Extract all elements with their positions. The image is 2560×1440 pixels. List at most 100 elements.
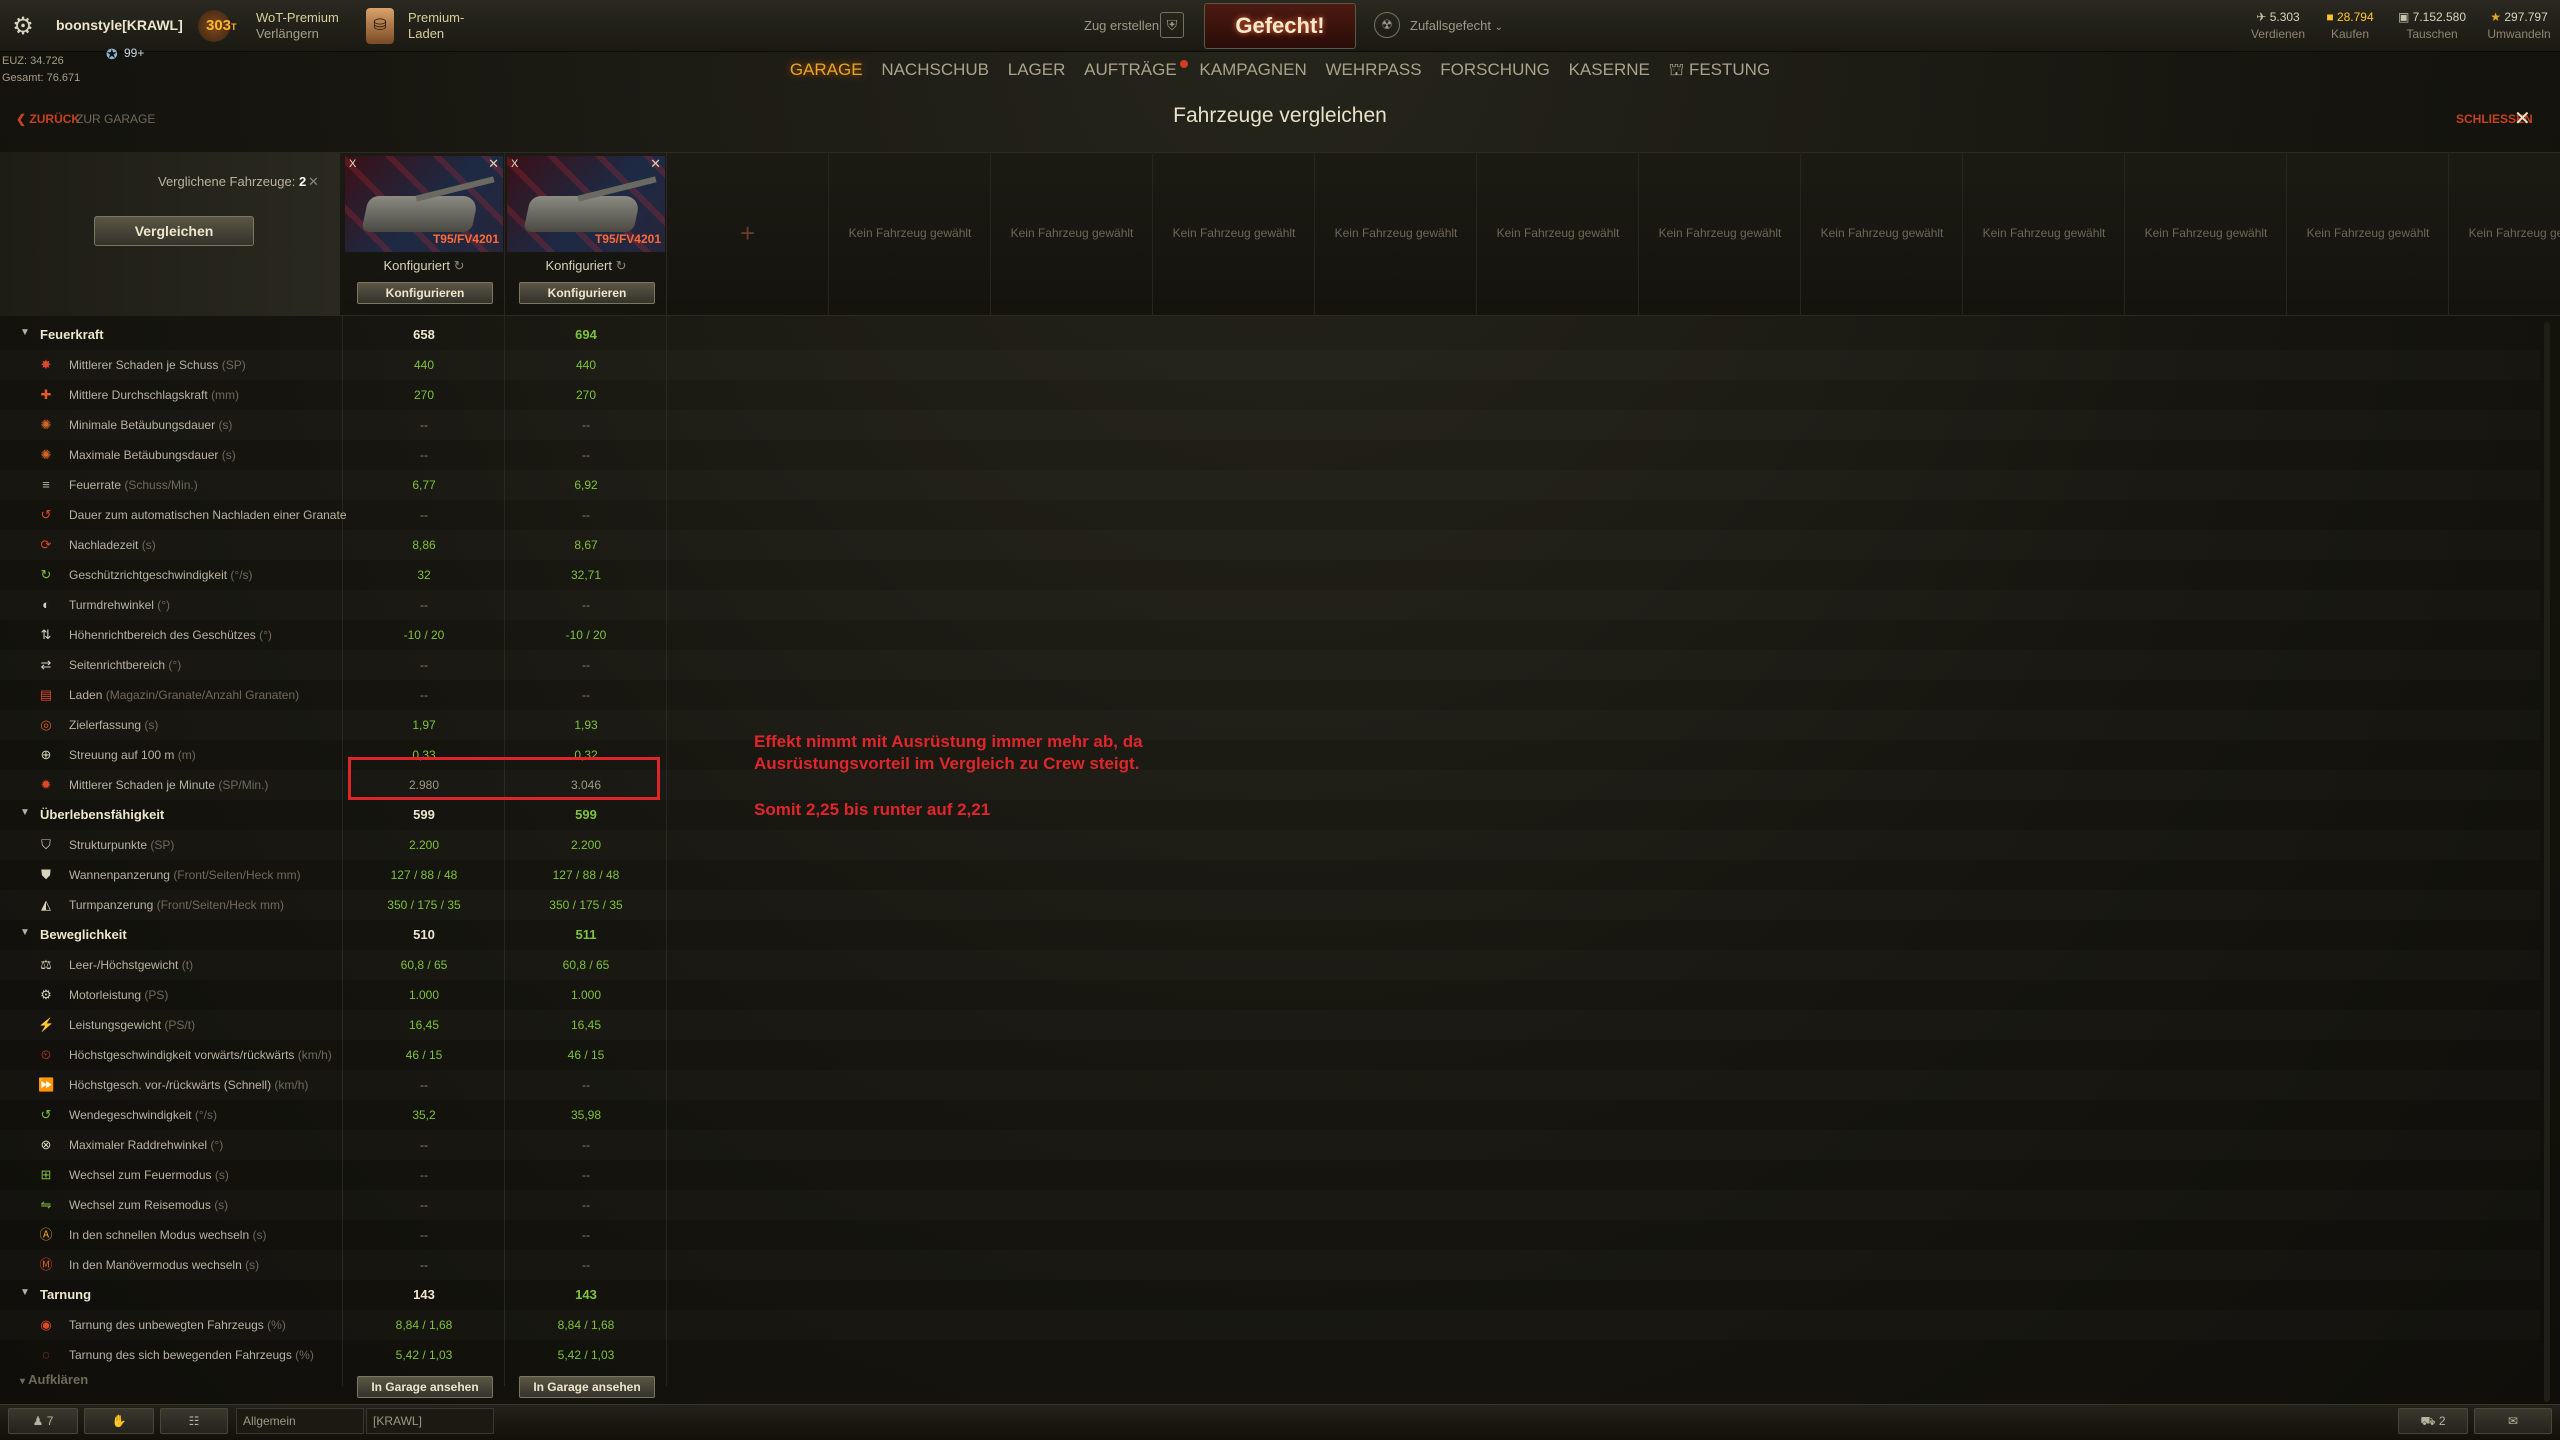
chat-channel-clan[interactable]: [KRAWL]: [366, 1408, 494, 1434]
premium-label[interactable]: WoT-Premium: [256, 10, 339, 25]
gear-icon[interactable]: ⚙: [8, 12, 38, 42]
section-aufklaeren[interactable]: ▾ Aufklären: [20, 1372, 88, 1387]
configure-button[interactable]: Konfigurieren: [519, 282, 655, 304]
category-row[interactable]: ▼ Tarnung 143 143: [0, 1280, 2540, 1310]
reset-icon[interactable]: ↻: [454, 258, 465, 273]
stat-label: Maximaler Raddrehwinkel (°): [69, 1138, 224, 1152]
stat-value-1: 46 / 15: [405, 1048, 443, 1062]
handshake-icon[interactable]: ✋: [84, 1408, 154, 1434]
empty-slot[interactable]: Kein Fahrzeug gewählt: [1477, 226, 1639, 240]
nav-kampagnen[interactable]: KAMPAGNEN: [1199, 60, 1306, 80]
nav-nachschub[interactable]: NACHSCHUB: [881, 60, 989, 80]
currency-free-xp[interactable]: ★ 297.797 Umwandeln: [2484, 10, 2554, 41]
add-vehicle-icon[interactable]: +: [740, 218, 755, 249]
slot-divider: [1476, 152, 1477, 316]
remove-vehicle-icon[interactable]: ✕: [488, 156, 499, 172]
stat-value-1: --: [420, 688, 428, 702]
nav-festung[interactable]: ⛫ FESTUNG: [1669, 60, 1771, 82]
tank-image-1[interactable]: X ✕ T95/FV4201: [345, 156, 503, 252]
category-value-2: 511: [575, 927, 597, 942]
stat-value-1: 16,45: [408, 1018, 440, 1032]
empty-slot[interactable]: Kein Fahrzeug gewählt: [2449, 226, 2560, 240]
players-online-button[interactable]: ♟ 7: [8, 1408, 78, 1434]
battle-button[interactable]: Gefecht!: [1204, 3, 1356, 49]
nav-forschung[interactable]: FORSCHUNG: [1440, 60, 1550, 80]
empty-slot[interactable]: Kein Fahrzeug gewählt: [1153, 226, 1315, 240]
stat-label: Wechsel zum Reisemodus (s): [69, 1198, 229, 1212]
empty-slot[interactable]: Kein Fahrzeug gewählt: [1963, 226, 2125, 240]
speed-icon: ⏲: [40, 1047, 52, 1062]
nav-kaserne[interactable]: KASERNE: [1569, 60, 1650, 80]
shop-icon[interactable]: ⛁: [366, 8, 394, 44]
category-value-1: 510: [413, 927, 435, 942]
stat-row: ⟳ Nachladezeit (s) 8,86 8,67: [0, 530, 2540, 560]
clear-all-icon[interactable]: ✕: [308, 174, 319, 190]
category-row[interactable]: ▼ Überlebensfähigkeit 599 599: [0, 800, 2540, 830]
stat-value-1: --: [420, 598, 428, 612]
stat-row: ↺ Dauer zum automatischen Nachladen einer…: [0, 500, 2540, 530]
category-value-2: 599: [575, 807, 597, 822]
stat-value-2: 8,84 / 1,68: [557, 1318, 615, 1332]
stat-value-1: --: [420, 1198, 428, 1212]
empty-slot[interactable]: Kein Fahrzeug gewählt: [2287, 226, 2449, 240]
nav-wehrpass[interactable]: WEHRPASS: [1326, 60, 1422, 80]
tank-icon: ⛟: [2420, 1414, 2436, 1428]
scrollbar[interactable]: [2544, 322, 2550, 1402]
empty-slot[interactable]: Kein Fahrzeug gewählt: [1801, 226, 1963, 240]
chat-channel-general[interactable]: Allgemein: [236, 1408, 364, 1434]
username[interactable]: boonstyle[KRAWL]: [56, 17, 183, 33]
stat-value-2: 1,93: [574, 718, 598, 732]
currency-gold[interactable]: ■ 28.794 Kaufen: [2320, 10, 2380, 41]
battle-mode-select[interactable]: Zufallsgefecht ⌄: [1410, 18, 1503, 33]
nav-auftraege[interactable]: AUFTRÄGE: [1084, 60, 1177, 80]
tank-name: T95/FV4201: [432, 232, 499, 246]
dispersion-icon: ⊕: [40, 747, 52, 762]
nav-garage[interactable]: GARAGE: [790, 60, 863, 80]
stat-value-2: 5,42 / 1,03: [557, 1348, 615, 1362]
stat-label: Dauer zum automatischen Nachladen einer …: [69, 508, 347, 522]
messages-icon[interactable]: ✉: [2474, 1408, 2552, 1434]
shop-label-1[interactable]: Premium-: [408, 10, 464, 25]
empty-slot[interactable]: Kein Fahrzeug gewählt: [2125, 226, 2287, 240]
empty-slot[interactable]: Kein Fahrzeug gewählt: [1315, 226, 1477, 240]
slot-divider: [2286, 152, 2287, 316]
stat-row: ⇅ Höhenrichtbereich des Geschützes (°) -10…: [0, 620, 2540, 650]
reset-icon[interactable]: ↻: [616, 258, 627, 273]
stat-value-2: 32,71: [570, 568, 602, 582]
premium-extend[interactable]: Verlängern: [256, 26, 319, 41]
category-row[interactable]: ▼ Feuerkraft 658 694: [0, 320, 2540, 350]
stat-row: ◌ Tarnung des sich bewegenden Fahrzeugs (…: [0, 1340, 2540, 1370]
platoon-icon[interactable]: ⛨: [1160, 12, 1184, 38]
nav-lager[interactable]: LAGER: [1008, 60, 1066, 80]
reload-icon: ⟳: [40, 537, 52, 552]
empty-slot[interactable]: Kein Fahrzeug gewählt: [829, 226, 991, 240]
stat-row: Ⓐ In den schnellen Modus wechseln (s) -- --: [0, 1220, 2540, 1250]
stun-max-icon: ✺: [40, 447, 52, 462]
currency-credits-value: ▣ 7.152.580: [2397, 10, 2467, 24]
tank-tier: X: [349, 158, 357, 170]
configure-button[interactable]: Konfigurieren: [357, 282, 493, 304]
notifications-button[interactable]: ⛟ 2: [2398, 1408, 2468, 1434]
view-in-garage-button[interactable]: In Garage ansehen: [519, 1376, 655, 1398]
compare-button[interactable]: Vergleichen: [94, 216, 254, 246]
stat-value-1: 8,86: [412, 538, 436, 552]
empty-slot[interactable]: Kein Fahrzeug gewählt: [1639, 226, 1801, 240]
currency-xp[interactable]: ✈ 5.303 Verdienen: [2248, 10, 2308, 41]
close-icon[interactable]: ✕: [2514, 106, 2531, 131]
battle-mode-icon[interactable]: ☢: [1374, 12, 1400, 38]
stat-label: Höchstgesch. vor-/rückwärts (Schnell) (k…: [69, 1078, 309, 1092]
empty-slot[interactable]: Kein Fahrzeug gewählt: [991, 226, 1153, 240]
create-platoon-label[interactable]: Zug erstellen: [1084, 18, 1159, 33]
stat-row: ⛉ Strukturpunkte (SP) 2.200 2.200: [0, 830, 2540, 860]
view-in-garage-button[interactable]: In Garage ansehen: [357, 1376, 493, 1398]
vehicle-slot-2: X ✕ T95/FV4201 Konfiguriert ↻ Konfiguriere…: [505, 152, 667, 316]
tank-image-2[interactable]: X ✕ T95/FV4201: [507, 156, 665, 252]
stat-value-2: --: [582, 1258, 590, 1272]
chat-channels-icon[interactable]: ☷: [160, 1408, 228, 1434]
stat-label: Nachladezeit (s): [69, 538, 156, 552]
remove-vehicle-icon[interactable]: ✕: [650, 156, 661, 172]
currency-credits[interactable]: ▣ 7.152.580 Tauschen: [2390, 10, 2474, 41]
category-row[interactable]: ▼ Beweglichkeit 510 511: [0, 920, 2540, 950]
shop-label-2[interactable]: Laden: [408, 26, 444, 41]
stat-value-1: 60,8 / 65: [400, 958, 448, 972]
